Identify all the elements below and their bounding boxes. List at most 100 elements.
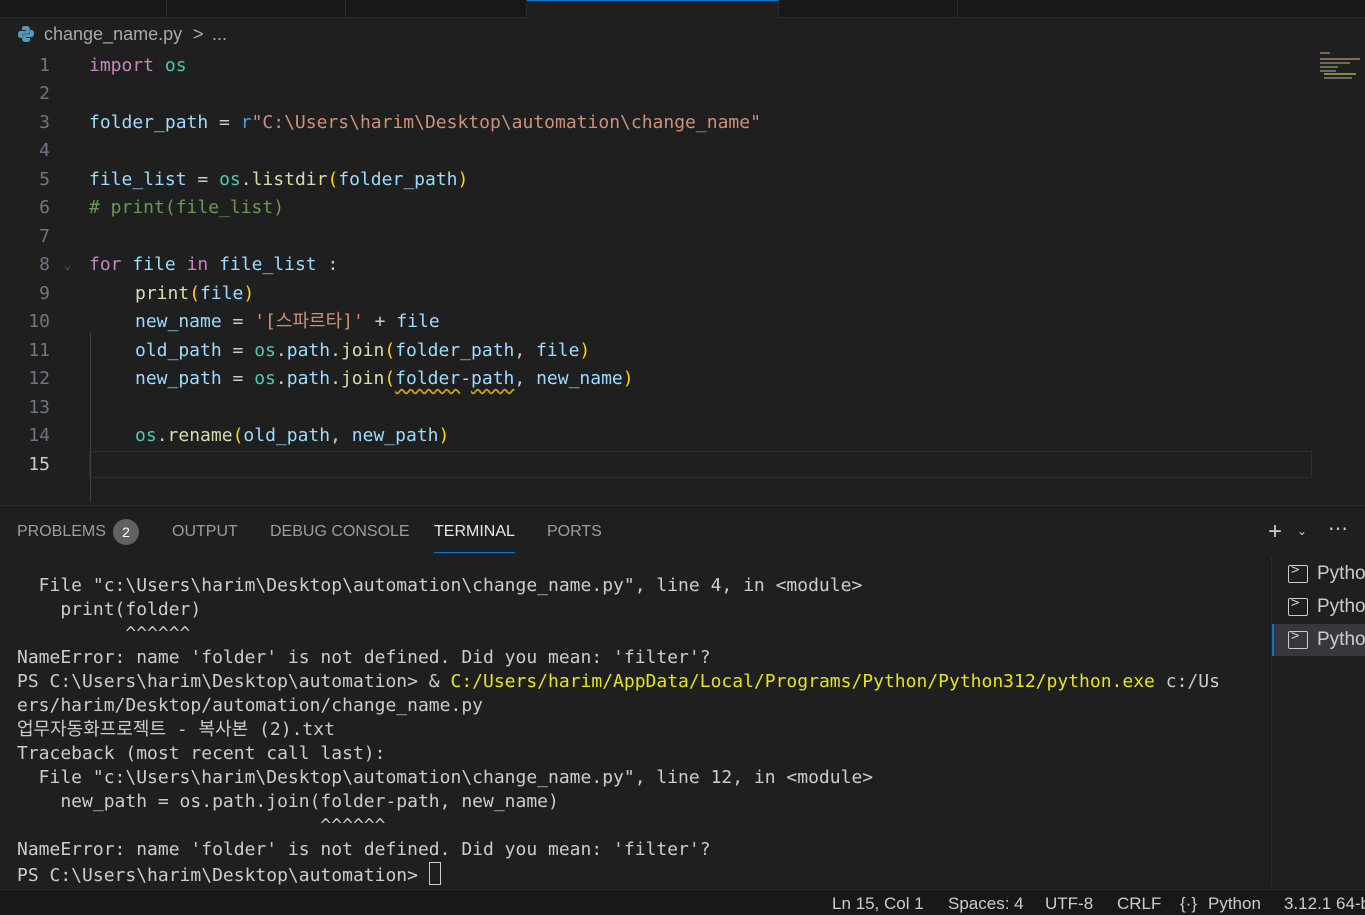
tab-problems[interactable]: PROBLEMS [17, 523, 106, 541]
code-text: print(file) [135, 283, 255, 304]
code-line: 13 [0, 394, 1312, 422]
token: folder_path [89, 112, 209, 133]
editor-tab-bar [0, 0, 1365, 18]
terminal-line: File "c:\Users\harim\Desktop\automation\… [17, 575, 863, 596]
tab-debug-console[interactable]: DEBUG CONSOLE [270, 523, 410, 541]
indentation[interactable]: Spaces: 4 [948, 894, 1024, 914]
terminal-instance-list: Pytho Pytho Pytho [1271, 556, 1365, 886]
fold-chevron-icon[interactable]: ⌄ [64, 258, 71, 272]
line-number: 15 [28, 454, 50, 475]
panel-tab-bar: PROBLEMS 2 OUTPUT DEBUG CONSOLE TERMINAL… [0, 506, 1365, 556]
terminal-output[interactable]: File "c:\Users\harim\Desktop\automation\… [0, 574, 1268, 886]
python-exe-path: C:/Users/harim/AppData/Local/Programs/Py… [450, 671, 1155, 692]
code-text: os.rename(old_path, new_path) [135, 425, 450, 446]
terminal-line: NameError: name 'folder' is not defined.… [17, 839, 711, 860]
terminal-cursor [428, 862, 441, 885]
code-line: 5 file_list = os.listdir(folder_path) [0, 166, 1312, 194]
code-text: for file in file_list : [89, 254, 339, 275]
breadcrumb-separator: > [193, 24, 204, 44]
line-number: 8 [39, 254, 50, 275]
code-line: 14 os.rename(old_path, new_path) [0, 422, 1312, 450]
plus-icon[interactable]: + [1268, 518, 1282, 546]
code-line: 9 print(file) [0, 280, 1312, 308]
terminal-line: NameError: name 'folder' is not defined.… [17, 647, 711, 668]
code-line: 3 folder_path = r"C:\Users\harim\Desktop… [0, 109, 1312, 137]
ellipsis-icon[interactable]: ⋯ [1328, 516, 1348, 541]
editor-tab-active[interactable] [527, 0, 779, 18]
status-bar: Ln 15, Col 1 Spaces: 4 UTF-8 CRLF {·} Py… [0, 889, 1365, 915]
line-ending[interactable]: CRLF [1117, 894, 1161, 914]
breadcrumb-symbols[interactable]: ... [212, 24, 227, 45]
tab-output[interactable]: OUTPUT [172, 523, 238, 541]
encoding[interactable]: UTF-8 [1045, 894, 1093, 914]
tab-ports[interactable]: PORTS [547, 523, 602, 541]
terminal-line: print(folder) [17, 599, 202, 620]
python-interpreter[interactable]: 3.12.1 64-b [1284, 894, 1365, 914]
terminal-prompt[interactable]: PS C:\Users\harim\Desktop\automation> [17, 862, 441, 888]
terminal-line: Traceback (most recent call last): [17, 743, 386, 764]
tab-terminal[interactable]: TERMINAL [434, 523, 515, 553]
breadcrumb-file[interactable]: change_name.py [44, 24, 182, 45]
terminal-line: ^^^^^^ [17, 623, 191, 644]
minimap[interactable] [1318, 52, 1362, 82]
code-editor[interactable]: 1 import os 2 3 folder_path = r"C:\Users… [0, 50, 1365, 502]
code-line: 6 # print(file_list) [0, 194, 1312, 222]
terminal-line: ers/harim/Desktop/automation/change_name… [17, 695, 483, 716]
editor-tab[interactable] [346, 0, 527, 17]
terminal-line: new_path = os.path.join(folder-path, new… [17, 791, 559, 812]
code-line: 2 [0, 80, 1312, 108]
code-text: import os [89, 52, 187, 80]
cursor-position[interactable]: Ln 15, Col 1 [832, 894, 924, 914]
line-number: 13 [28, 397, 50, 418]
token: r [240, 112, 252, 133]
braces-icon: {·} [1180, 894, 1198, 913]
problems-count-badge: 2 [113, 519, 139, 545]
terminal-instance-active[interactable]: Pytho [1272, 624, 1365, 656]
line-number: 7 [39, 226, 50, 247]
line-number: 2 [39, 83, 50, 104]
line-number: 6 [39, 197, 50, 218]
line-number: 14 [28, 425, 50, 446]
terminal-line: File "c:\Users\harim\Desktop\automation\… [17, 767, 874, 788]
line-number: 4 [39, 140, 50, 161]
code-text: old_path = os.path.join(folder_path, fil… [135, 340, 591, 361]
language-mode[interactable]: Python [1208, 894, 1261, 914]
string-token: "C:\Users\harim\Desktop\automation\chang… [251, 112, 761, 133]
token: import [89, 55, 155, 76]
code-text: file_list = os.listdir(folder_path) [89, 169, 469, 190]
terminal-icon [1288, 628, 1308, 649]
code-line: 4 [0, 137, 1312, 165]
breadcrumb: change_name.py > ... [0, 22, 1365, 48]
warning-squiggle: path [471, 368, 515, 389]
chevron-down-icon[interactable]: ⌄ [1297, 524, 1307, 538]
warning-squiggle: folder [395, 368, 461, 389]
python-file-icon [18, 26, 34, 42]
code-text: folder_path = r"C:\Users\harim\Desktop\a… [89, 109, 761, 137]
terminal-line: ^^^^^^ [17, 815, 386, 836]
terminal-instance[interactable]: Pytho [1272, 558, 1365, 590]
editor-tab[interactable] [779, 0, 958, 17]
code-line: 10 new_name = '[스파르타]' + file [0, 308, 1312, 336]
terminal-line: PS C:\Users\harim\Desktop\automation> & … [17, 670, 1220, 694]
line-number: 10 [28, 311, 50, 332]
terminal-icon [1288, 595, 1308, 616]
line-number: 3 [39, 112, 50, 133]
prompt-text: PS C:\Users\harim\Desktop\automation> & [17, 671, 451, 692]
line-number: 5 [39, 169, 50, 190]
terminal-line: 업무자동화프로젝트 - 복사본 (2).txt [17, 719, 335, 740]
code-line: 1 import os [0, 52, 1312, 80]
editor-tab[interactable] [0, 0, 167, 17]
code-text: new_name = '[스파르타]' + file [135, 311, 440, 332]
line-number: 1 [39, 55, 50, 76]
editor-tab[interactable] [167, 0, 346, 17]
code-line: 8 ⌄ for file in file_list : [0, 251, 1312, 279]
line-number: 11 [28, 340, 50, 361]
token: os [164, 55, 187, 76]
code-text: new_path = os.path.join(folder-path, new… [135, 368, 634, 389]
comment-text: # print(file_list) [89, 197, 285, 218]
line-number: 12 [28, 368, 50, 389]
code-line: 12 new_path = os.path.join(folder-path, … [0, 365, 1312, 393]
prompt-text: c:/Us [1154, 671, 1220, 692]
terminal-icon [1288, 562, 1308, 583]
terminal-instance[interactable]: Pytho [1272, 591, 1365, 623]
